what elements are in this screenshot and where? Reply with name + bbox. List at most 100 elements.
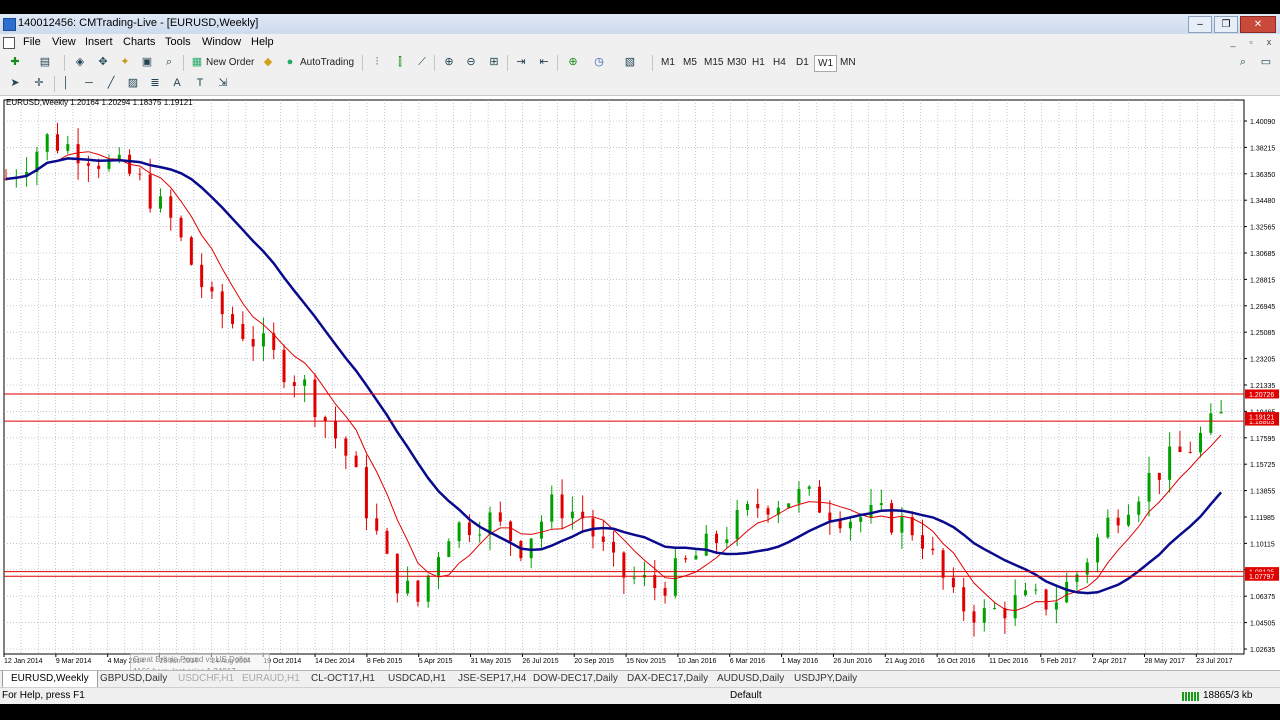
- candle-body: [1044, 589, 1048, 610]
- timeframe-h4[interactable]: H4: [773, 55, 786, 70]
- x-tick-label: 15 Nov 2015: [626, 658, 666, 665]
- horizontal-line-icon[interactable]: ─: [82, 77, 96, 90]
- y-tick-label: 1.21335: [1250, 383, 1275, 390]
- close-button[interactable]: ✕: [1240, 16, 1276, 33]
- x-tick-label: 11 Dec 2016: [989, 658, 1028, 665]
- price-chart[interactable]: 1.40090 1.38215 1.36350 1.34480 1.32565 1.306…: [0, 96, 1280, 670]
- tab-gbpusd-daily[interactable]: GBPUSD,Daily: [92, 671, 175, 687]
- metaeditor-icon[interactable]: ◆: [261, 56, 275, 69]
- ma-slow-line: [5, 157, 1223, 595]
- mdi-close-button[interactable]: x: [1262, 36, 1276, 48]
- zoom-out-icon[interactable]: ⊖: [464, 56, 478, 69]
- profiles-icon[interactable]: ▤: [38, 56, 52, 69]
- menu-charts[interactable]: Charts: [123, 36, 155, 48]
- menu-tools[interactable]: Tools: [165, 36, 191, 48]
- tab-euraud-h1[interactable]: EURAUD,H1: [234, 671, 308, 687]
- x-tick-label: 8 Feb 2015: [367, 658, 403, 665]
- symbol-info: EURUSD,Weekly 1.20164 1.20294 1.18375 1.…: [6, 98, 193, 107]
- new-order-button[interactable]: New Order: [206, 55, 254, 70]
- autotrading-icon[interactable]: ●: [283, 56, 297, 69]
- timeframe-m1[interactable]: M1: [661, 55, 675, 70]
- terminal-icon[interactable]: ▣: [140, 56, 154, 69]
- vertical-line-icon[interactable]: │: [59, 77, 73, 90]
- timeframe-h1[interactable]: H1: [752, 55, 765, 70]
- menu-insert[interactable]: Insert: [85, 36, 113, 48]
- y-tick-label: 1.06375: [1250, 594, 1275, 601]
- menu-window[interactable]: Window: [202, 36, 241, 48]
- tab-cl-oct17-h1[interactable]: CL-OCT17,H1: [303, 671, 383, 687]
- candle-body: [210, 287, 214, 292]
- restore-button[interactable]: ❐: [1214, 16, 1238, 33]
- tab-usdjpy-daily[interactable]: USDJPY,Daily: [786, 671, 865, 687]
- chart-window[interactable]: 1.40090 1.38215 1.36350 1.34480 1.32565 1.306…: [0, 96, 1280, 670]
- timeframe-w1[interactable]: W1: [814, 55, 837, 72]
- tab-jse-sep17-h4[interactable]: JSE-SEP17,H4: [450, 671, 534, 687]
- chart-window-icon[interactable]: [3, 37, 15, 49]
- candle-body: [1116, 517, 1120, 526]
- candle-body: [704, 533, 708, 556]
- crosshair-icon[interactable]: ✛: [32, 77, 46, 90]
- market-watch-icon[interactable]: ◈: [73, 56, 87, 69]
- templates-icon[interactable]: ▧: [623, 56, 637, 69]
- minimize-button[interactable]: –: [1188, 16, 1212, 33]
- candle-body: [921, 535, 924, 549]
- arrows-icon[interactable]: ⇲: [216, 77, 230, 90]
- candle-body: [807, 486, 811, 489]
- tab-usdcad-h1[interactable]: USDCAD,H1: [380, 671, 454, 687]
- candle-body: [745, 503, 749, 510]
- chat-icon[interactable]: ▭: [1259, 56, 1273, 69]
- autotrading-button[interactable]: AutoTrading: [300, 55, 354, 70]
- cursor-icon[interactable]: ➤: [8, 77, 22, 90]
- tab-audusd-daily[interactable]: AUDUSD,Daily: [709, 671, 792, 687]
- mdi-restore-button[interactable]: ▫: [1244, 36, 1258, 48]
- search-icon[interactable]: ⌕: [1236, 56, 1250, 69]
- x-tick-label: 20 Sep 2015: [574, 658, 614, 665]
- menu-view[interactable]: View: [52, 36, 76, 48]
- tile-windows-icon[interactable]: ⊞: [487, 56, 501, 69]
- x-tick-label: 21 Aug 2016: [885, 658, 924, 665]
- timeframe-d1[interactable]: D1: [796, 55, 809, 70]
- tab-usdchf-h1[interactable]: USDCHF,H1: [170, 671, 242, 687]
- candle-body: [756, 503, 760, 509]
- text-label-icon[interactable]: T: [193, 77, 207, 90]
- indicators-icon[interactable]: ⊕: [566, 56, 580, 69]
- timeframe-m15[interactable]: M15: [704, 55, 723, 70]
- periods-icon[interactable]: ◷: [592, 56, 606, 69]
- candle-body: [900, 517, 904, 533]
- new-chart-icon[interactable]: ✚: [8, 56, 22, 69]
- y-tick-label: 1.36350: [1250, 172, 1275, 179]
- x-tick-label: 23 Jul 2017: [1196, 658, 1232, 665]
- chart-shift-icon[interactable]: ⇤: [537, 56, 551, 69]
- x-tick-label: 9 Mar 2014: [56, 658, 92, 665]
- candle-body: [673, 558, 677, 596]
- candle-body: [910, 517, 914, 536]
- timeframe-m30[interactable]: M30: [727, 55, 746, 70]
- strategy-tester-icon[interactable]: ⌕: [162, 56, 176, 69]
- fibonacci-icon[interactable]: ≣: [148, 77, 162, 90]
- timeframe-m5[interactable]: M5: [683, 55, 697, 70]
- tab-dax-dec17-daily[interactable]: DAX-DEC17,Daily: [619, 671, 716, 687]
- line-chart-icon[interactable]: ⟋: [415, 56, 429, 69]
- timeframe-mn[interactable]: MN: [840, 55, 856, 70]
- trendline-icon[interactable]: ╱: [104, 77, 118, 90]
- text-icon[interactable]: A: [170, 77, 184, 90]
- tab-eurusd-weekly[interactable]: EURUSD,Weekly: [2, 671, 98, 688]
- candle-body: [622, 552, 626, 578]
- bar-chart-icon[interactable]: ⫶: [370, 56, 384, 69]
- zoom-in-icon[interactable]: ⊕: [442, 56, 456, 69]
- tab-dow-dec17-daily[interactable]: DOW-DEC17,Daily: [525, 671, 626, 687]
- candlesticks-icon[interactable]: ⫿: [393, 56, 407, 69]
- candle-body: [364, 467, 368, 519]
- equidistant-channel-icon[interactable]: ▨: [126, 77, 140, 90]
- separator: [652, 55, 653, 71]
- new-order-icon[interactable]: ▦: [190, 56, 204, 69]
- candle-body: [334, 421, 338, 439]
- window-title: 140012456: CMTrading-Live - [EURUSD,Week…: [18, 17, 259, 29]
- menu-file[interactable]: File: [23, 36, 41, 48]
- navigator-icon[interactable]: ✦: [118, 56, 132, 69]
- auto-scroll-icon[interactable]: ⇥: [514, 56, 528, 69]
- data-window-icon[interactable]: ✥: [96, 56, 110, 69]
- menu-help[interactable]: Help: [251, 36, 274, 48]
- mdi-minimize-button[interactable]: _: [1226, 36, 1240, 48]
- candle-body: [138, 173, 142, 175]
